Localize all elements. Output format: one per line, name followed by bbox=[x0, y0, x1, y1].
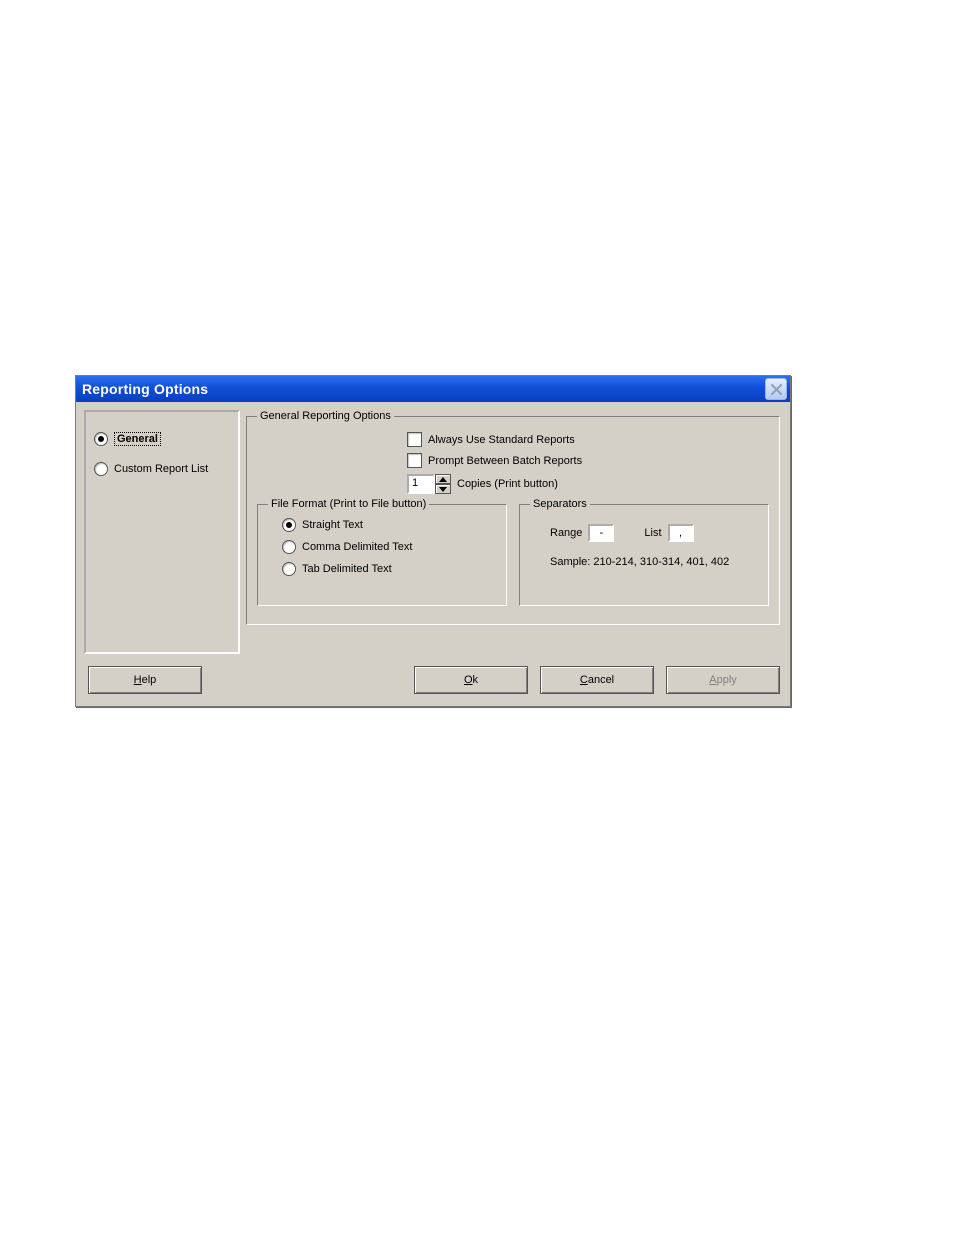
range-label: Range bbox=[550, 527, 582, 539]
general-options-block: Always Use Standard Reports Prompt Betwe… bbox=[407, 432, 769, 494]
mnemonic: C bbox=[580, 674, 588, 686]
chevron-up-icon bbox=[439, 477, 447, 482]
radio-icon bbox=[282, 562, 296, 576]
dialog-title: Reporting Options bbox=[82, 381, 208, 397]
group-legend: General Reporting Options bbox=[257, 410, 394, 422]
copies-step-up-button[interactable] bbox=[435, 474, 451, 484]
general-reporting-options-group: General Reporting Options Always Use Sta… bbox=[246, 410, 780, 625]
copies-spinner: 1 bbox=[407, 474, 451, 494]
checkbox-label: Always Use Standard Reports bbox=[428, 434, 575, 446]
mnemonic: O bbox=[464, 674, 473, 686]
mnemonic: H bbox=[134, 674, 142, 686]
always-use-standard-reports-checkbox[interactable]: Always Use Standard Reports bbox=[407, 432, 769, 447]
copies-row: 1 Copies (Print button) bbox=[407, 474, 769, 494]
group-legend: Separators bbox=[530, 498, 590, 510]
option-label: Comma Delimited Text bbox=[302, 541, 412, 553]
mnemonic: A bbox=[709, 674, 716, 686]
help-button[interactable]: Help bbox=[88, 666, 202, 694]
group-legend: File Format (Print to File button) bbox=[268, 498, 429, 510]
copies-step-down-button[interactable] bbox=[435, 484, 451, 494]
category-label: Custom Report List bbox=[114, 463, 208, 475]
button-rest: elp bbox=[142, 674, 157, 686]
prompt-between-batch-reports-checkbox[interactable]: Prompt Between Batch Reports bbox=[407, 453, 769, 468]
radio-icon bbox=[282, 540, 296, 554]
checkbox-label: Prompt Between Batch Reports bbox=[428, 455, 582, 467]
checkbox-icon bbox=[407, 453, 422, 468]
file-format-comma-delimited[interactable]: Comma Delimited Text bbox=[282, 540, 496, 554]
list-label: List bbox=[644, 527, 661, 539]
main-panel: General Reporting Options Always Use Sta… bbox=[244, 402, 790, 658]
copies-input[interactable]: 1 bbox=[407, 474, 435, 494]
radio-icon bbox=[94, 432, 108, 446]
dialog-buttons: Help Ok Cancel Apply bbox=[76, 658, 790, 706]
radio-icon bbox=[94, 462, 108, 476]
sub-groups-row: File Format (Print to File button) Strai… bbox=[257, 494, 769, 614]
list-separator-input[interactable] bbox=[668, 524, 694, 542]
category-custom-report-list[interactable]: Custom Report List bbox=[94, 462, 230, 476]
cancel-button[interactable]: Cancel bbox=[540, 666, 654, 694]
option-label: Tab Delimited Text bbox=[302, 563, 392, 575]
file-format-group: File Format (Print to File button) Strai… bbox=[257, 498, 507, 606]
dialog-body: General Custom Report List General Repor… bbox=[76, 402, 790, 658]
close-icon bbox=[771, 384, 782, 395]
file-format-tab-delimited[interactable]: Tab Delimited Text bbox=[282, 562, 496, 576]
category-sidebar: General Custom Report List bbox=[84, 410, 240, 654]
titlebar: Reporting Options bbox=[76, 376, 790, 402]
copies-label: Copies (Print button) bbox=[457, 478, 558, 490]
apply-button[interactable]: Apply bbox=[666, 666, 780, 694]
ok-button[interactable]: Ok bbox=[414, 666, 528, 694]
separators-group: Separators Range List Sample: 210-2 bbox=[519, 498, 769, 606]
button-rest: pply bbox=[717, 674, 737, 686]
button-rest: k bbox=[473, 674, 479, 686]
button-rest: ancel bbox=[588, 674, 614, 686]
checkbox-icon bbox=[407, 432, 422, 447]
file-format-straight-text[interactable]: Straight Text bbox=[282, 518, 496, 532]
separator-sample: Sample: 210-214, 310-314, 401, 402 bbox=[550, 556, 758, 568]
option-label: Straight Text bbox=[302, 519, 363, 531]
range-separator-input[interactable] bbox=[588, 524, 614, 542]
radio-icon bbox=[282, 518, 296, 532]
category-general[interactable]: General bbox=[94, 432, 230, 446]
chevron-down-icon bbox=[439, 487, 447, 492]
reporting-options-dialog: Reporting Options General Custom Report … bbox=[75, 375, 791, 707]
category-label: General bbox=[114, 432, 161, 446]
close-button[interactable] bbox=[765, 378, 787, 400]
